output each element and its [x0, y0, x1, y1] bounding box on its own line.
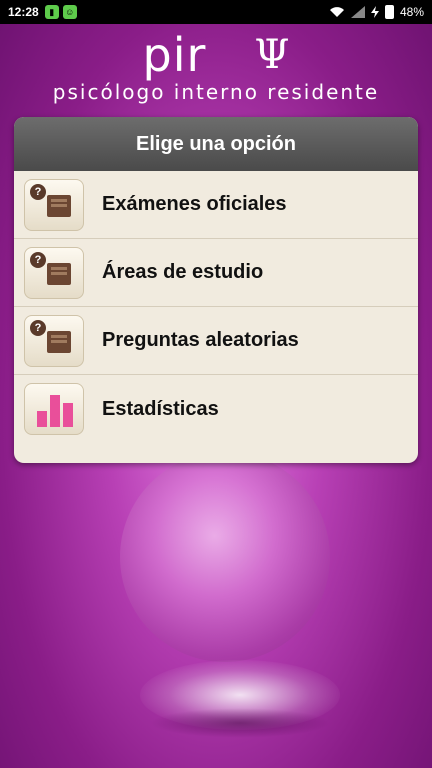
signal-icon — [350, 6, 365, 18]
options-menu: Elige una opción ? Exámenes oficiales ? … — [14, 117, 418, 463]
battery-percent: 48% — [399, 5, 424, 19]
app-header: pir Ψ psicólogo interno residente — [0, 24, 432, 114]
status-bar: 12:28 ▮ ☺ 48% — [0, 0, 432, 24]
book-question-icon: ? — [24, 314, 84, 367]
book-question-icon: ? — [24, 246, 84, 299]
bar-chart-icon — [24, 383, 84, 435]
menu-item-label: Preguntas aleatorias — [102, 329, 299, 351]
crystal-ball-decoration — [120, 452, 330, 662]
sim-icon: ▮ — [44, 5, 59, 19]
psi-logo-icon: Ψ — [254, 32, 290, 78]
menu-item-label: Exámenes oficiales — [102, 193, 287, 215]
menu-item-estadisticas[interactable]: Estadísticas — [14, 375, 418, 443]
shadow-decoration — [150, 708, 330, 738]
menu-item-label: Estadísticas — [102, 397, 219, 420]
menu-item-label: Áreas de estudio — [102, 261, 264, 283]
charging-icon — [370, 6, 379, 18]
app-subtitle: psicólogo interno residente — [52, 80, 380, 104]
menu-item-preguntas-aleatorias[interactable]: ? Preguntas aleatorias — [14, 307, 418, 375]
menu-item-examenes-oficiales[interactable]: ? Exámenes oficiales — [14, 171, 418, 239]
menu-title: Elige una opción — [14, 117, 418, 171]
android-icon: ☺ — [62, 5, 77, 19]
wifi-icon — [329, 7, 344, 17]
app-logo: pir — [142, 28, 207, 82]
book-question-icon: ? — [24, 178, 84, 231]
clock: 12:28 — [8, 5, 39, 19]
menu-item-areas-de-estudio[interactable]: ? Áreas de estudio — [14, 239, 418, 307]
battery-icon — [384, 5, 394, 19]
